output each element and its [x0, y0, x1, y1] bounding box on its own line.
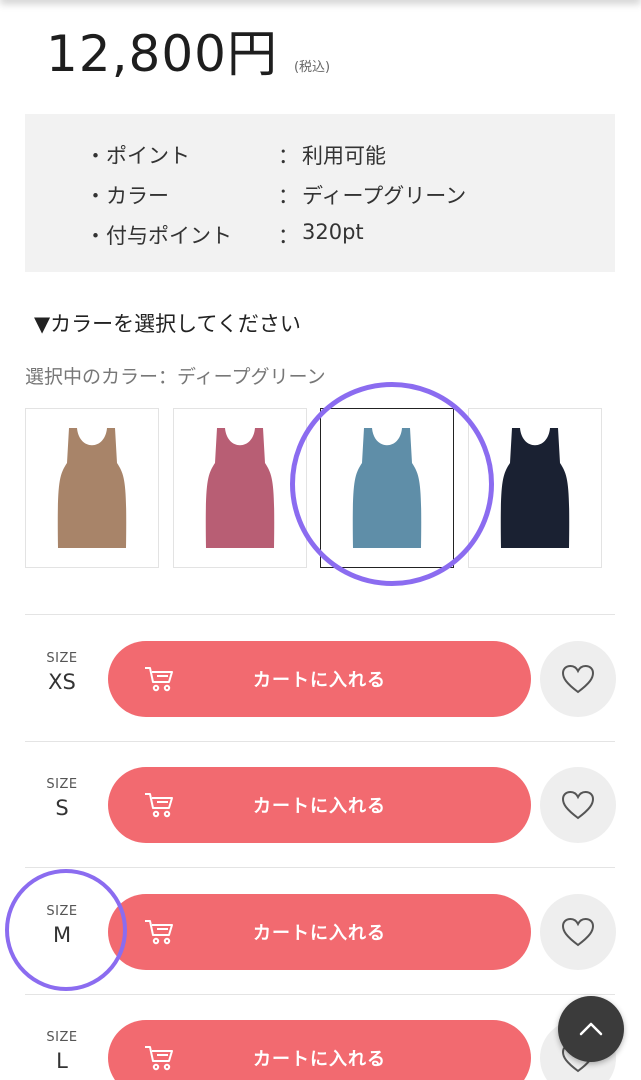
size-value: L	[56, 1049, 68, 1073]
cart-button-label: カートに入れる	[253, 923, 386, 943]
heart-icon	[561, 917, 595, 947]
info-colon: ：	[278, 144, 299, 168]
add-to-cart-button-m[interactable]: カートに入れる	[108, 894, 531, 970]
annotation-circle-size	[5, 869, 127, 991]
cart-icon	[145, 793, 173, 818]
color-swatch-beige[interactable]	[25, 408, 159, 568]
price: 12,800円	[46, 25, 278, 83]
favorite-button-s[interactable]	[540, 767, 616, 843]
info-label: ・ポイント	[85, 144, 190, 168]
cart-icon	[145, 1046, 173, 1071]
info-row-award-points: ・付与ポイント ： 320pt	[85, 220, 364, 250]
cart-icon	[145, 920, 173, 945]
color-select-heading: ▼カラーを選択してください	[34, 312, 301, 336]
cart-button-label: カートに入れる	[253, 670, 386, 690]
cart-button-label: カートに入れる	[253, 796, 386, 816]
size-label-l: SIZE L	[26, 1030, 98, 1073]
info-label: ・カラー	[85, 184, 169, 208]
size-value: XS	[48, 670, 76, 694]
info-value: ディープグリーン	[302, 184, 467, 208]
add-to-cart-button-l[interactable]: カートに入れる	[108, 1020, 531, 1080]
divider	[25, 614, 615, 615]
tax-note: (税込)	[293, 60, 331, 75]
current-color-label: 選択中のカラー：ディープグリーン	[25, 366, 326, 388]
divider	[25, 741, 615, 742]
info-colon: ：	[278, 184, 299, 208]
chevron-up-icon	[579, 1022, 603, 1036]
divider	[25, 867, 615, 868]
annotation-circle-color	[290, 382, 494, 586]
add-to-cart-button-xs[interactable]: カートに入れる	[108, 641, 531, 717]
add-to-cart-button-s[interactable]: カートに入れる	[108, 767, 531, 843]
tank-top-image	[205, 428, 275, 548]
product-info-box: ・ポイント ： 利用可能 ・カラー ： ディープグリーン ・付与ポイント ： 3…	[25, 114, 615, 272]
price-row: 12,800円 (税込)	[46, 14, 330, 86]
size-caption: SIZE	[46, 651, 78, 666]
size-label-s: SIZE S	[26, 777, 98, 820]
tank-top-image	[500, 428, 570, 548]
info-colon: ：	[278, 224, 299, 248]
info-row-points: ・ポイント ： 利用可能	[85, 140, 386, 170]
cart-icon	[145, 667, 173, 692]
size-label-xs: SIZE XS	[26, 651, 98, 694]
info-value: 利用可能	[302, 144, 386, 168]
info-value: 320pt	[302, 220, 364, 244]
favorite-button-xs[interactable]	[540, 641, 616, 717]
info-row-color: ・カラー ： ディープグリーン	[85, 180, 466, 210]
size-caption: SIZE	[46, 777, 78, 792]
heart-icon	[561, 664, 595, 694]
product-page: 12,800円 (税込) ・ポイント ： 利用可能 ・カラー ： ディープグリー…	[0, 0, 641, 1080]
heart-icon	[561, 790, 595, 820]
divider	[25, 994, 615, 995]
scroll-to-top-button[interactable]	[558, 996, 624, 1062]
cart-button-label: カートに入れる	[253, 1049, 386, 1069]
tank-top-image	[57, 428, 127, 548]
size-caption: SIZE	[46, 1030, 78, 1045]
favorite-button-m[interactable]	[540, 894, 616, 970]
info-label: ・付与ポイント	[85, 224, 232, 248]
color-swatch-rose[interactable]	[173, 408, 307, 568]
size-value: S	[55, 796, 69, 820]
